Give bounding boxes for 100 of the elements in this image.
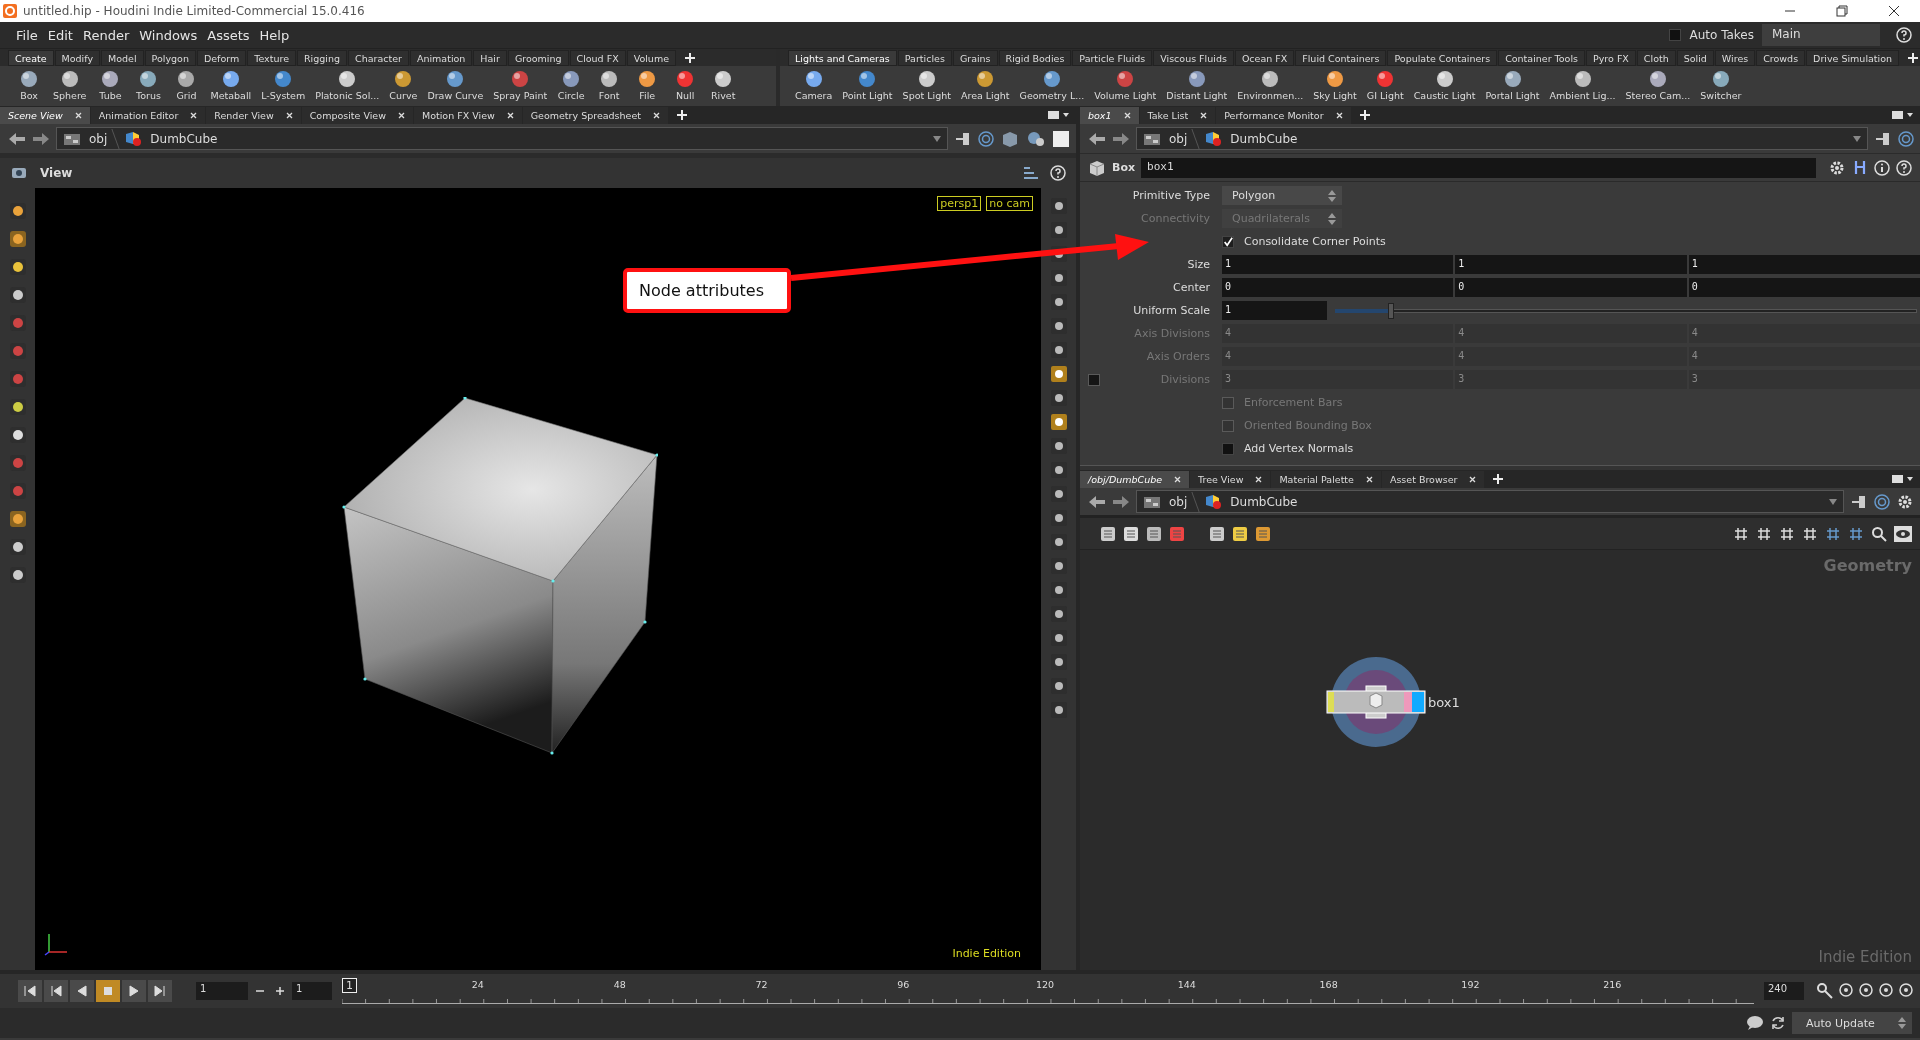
viewport-tool-icon[interactable] bbox=[1050, 198, 1067, 214]
take-menu[interactable]: Main bbox=[1762, 24, 1880, 46]
display-options-icon[interactable] bbox=[1000, 129, 1020, 148]
path-segment[interactable]: DumbCube bbox=[150, 131, 218, 146]
add-tab-icon[interactable] bbox=[1359, 110, 1370, 120]
node-tile-drawing[interactable] bbox=[1326, 656, 1426, 748]
number-field[interactable]: 1 bbox=[1222, 255, 1454, 274]
shelf-tool-button[interactable]: Spray Paint bbox=[490, 68, 551, 106]
viewport-tool-icon[interactable] bbox=[1050, 390, 1067, 406]
playback-button[interactable] bbox=[70, 980, 94, 1002]
pane-tab[interactable]: Animation Editor bbox=[90, 106, 206, 124]
shelf-tool-button[interactable]: Environmen... bbox=[1234, 68, 1307, 106]
shelf-tool-button[interactable]: Box bbox=[12, 68, 46, 106]
close-tab-icon[interactable] bbox=[1255, 475, 1263, 483]
timeline-tool-icon[interactable] bbox=[1858, 982, 1874, 998]
viewport-tool-icon[interactable] bbox=[8, 230, 27, 248]
viewport-tool-icon[interactable] bbox=[8, 510, 27, 528]
slider-track[interactable] bbox=[1335, 301, 1917, 320]
pane-tab[interactable]: Tree View bbox=[1190, 470, 1271, 488]
frame-field[interactable]: 1 bbox=[196, 982, 248, 1000]
pin-icon[interactable] bbox=[1874, 131, 1892, 146]
shelf-tab[interactable]: Model bbox=[101, 49, 144, 66]
pane-tab[interactable]: Performance Monitor bbox=[1216, 106, 1351, 124]
pane-menu-icon[interactable] bbox=[1048, 110, 1070, 120]
viewport-tool-icon[interactable] bbox=[1050, 342, 1067, 358]
update-mode-menu[interactable]: Auto Update bbox=[1792, 1012, 1912, 1034]
help-icon[interactable] bbox=[1050, 165, 1066, 181]
shelf-tab[interactable]: Lights and Cameras bbox=[788, 49, 897, 66]
camera-menu[interactable]: no cam bbox=[986, 196, 1033, 211]
network-tool-icon[interactable] bbox=[1123, 525, 1139, 542]
close-tab-icon[interactable] bbox=[285, 111, 293, 119]
eye-icon[interactable] bbox=[1894, 525, 1912, 542]
slider-handle[interactable] bbox=[1388, 302, 1395, 319]
close-tab-icon[interactable] bbox=[1335, 111, 1343, 119]
shelf-tool-button[interactable]: Circle bbox=[554, 68, 589, 106]
playback-button[interactable] bbox=[122, 980, 146, 1002]
restore-icon[interactable] bbox=[1836, 5, 1848, 17]
number-field[interactable]: 1 bbox=[1222, 301, 1327, 320]
add-tab-icon[interactable] bbox=[685, 52, 695, 63]
shelf-tab[interactable]: Particles bbox=[897, 49, 952, 66]
shelf-tool-button[interactable]: Draw Curve bbox=[424, 68, 487, 106]
back-icon[interactable] bbox=[1088, 494, 1106, 509]
shelf-tab[interactable]: Solid bbox=[1676, 49, 1714, 66]
number-field[interactable]: 1 bbox=[1455, 255, 1687, 274]
close-tab-icon[interactable] bbox=[74, 111, 82, 119]
back-icon[interactable] bbox=[1088, 131, 1106, 146]
number-field[interactable]: 0 bbox=[1222, 278, 1454, 297]
link-icon[interactable] bbox=[978, 130, 994, 147]
timeline-tool-icon[interactable] bbox=[1838, 982, 1854, 998]
shelf-tool-button[interactable]: Area Light bbox=[957, 68, 1013, 106]
shelf-tab[interactable]: Modify bbox=[54, 49, 101, 66]
viewport-tool-icon[interactable] bbox=[1050, 318, 1067, 334]
shelf-tool-button[interactable]: Point Light bbox=[839, 68, 896, 106]
shelf-tab[interactable]: Viscous Fluids bbox=[1153, 49, 1234, 66]
shelf-tab[interactable]: Cloud FX bbox=[569, 49, 626, 66]
shelf-tab[interactable]: Fluid Containers bbox=[1295, 49, 1387, 66]
viewport-tool-icon[interactable] bbox=[1050, 414, 1067, 430]
shelf-tool-button[interactable]: Torus bbox=[131, 68, 166, 106]
path-bar[interactable]: obj DumbCube bbox=[1136, 127, 1868, 150]
close-tab-icon[interactable] bbox=[506, 111, 514, 119]
help-h-icon[interactable] bbox=[1852, 158, 1868, 177]
shelf-tool-button[interactable]: Switcher bbox=[1697, 68, 1745, 106]
shelf-tool-button[interactable]: Metaball bbox=[207, 68, 255, 106]
pane-tab[interactable]: Material Palette bbox=[1271, 470, 1381, 488]
shelf-tool-button[interactable]: Font bbox=[592, 68, 627, 106]
pane-menu-icon[interactable] bbox=[1892, 110, 1914, 120]
auto-takes-checkbox[interactable] bbox=[1669, 29, 1682, 41]
pane-tab[interactable]: Scene View bbox=[0, 106, 90, 124]
shelf-tab[interactable]: Ocean FX bbox=[1234, 49, 1295, 66]
pane-tab[interactable]: Geometry Spreadsheet bbox=[522, 106, 668, 124]
viewport-tool-icon[interactable] bbox=[1050, 486, 1067, 502]
shelf-tool-button[interactable]: Geometry L... bbox=[1016, 68, 1088, 106]
shelf-tab[interactable]: Texture bbox=[247, 49, 296, 66]
viewport-tool-icon[interactable] bbox=[1050, 462, 1067, 478]
end-frame-field[interactable]: 240 bbox=[1764, 982, 1804, 1000]
viewport-tool-icon[interactable] bbox=[1050, 366, 1067, 382]
checkbox[interactable] bbox=[1222, 235, 1234, 248]
link-icon[interactable] bbox=[1874, 493, 1890, 510]
pin-icon[interactable] bbox=[954, 131, 972, 146]
shelf-tab[interactable]: Cloth bbox=[1636, 49, 1676, 66]
shelf-tab[interactable]: Drive Simulation bbox=[1806, 49, 1900, 66]
shelf-tool-button[interactable]: Camera bbox=[792, 68, 836, 106]
network-tool-icon[interactable] bbox=[1255, 525, 1271, 542]
shelf-tool-button[interactable]: Stereo Cam... bbox=[1622, 68, 1694, 106]
layout-tool-icon[interactable] bbox=[1825, 525, 1841, 542]
help-icon[interactable] bbox=[1896, 159, 1912, 176]
shelf-tool-button[interactable]: Caustic Light bbox=[1410, 68, 1479, 106]
dropdown-menu[interactable]: Polygon bbox=[1222, 186, 1342, 205]
shelf-tool-button[interactable]: Sphere bbox=[50, 68, 90, 106]
shelf-tab[interactable]: Crowds bbox=[1756, 49, 1806, 66]
menu-item[interactable]: Windows bbox=[139, 27, 198, 43]
viewport-tool-icon[interactable] bbox=[1050, 678, 1067, 694]
shelf-tab[interactable]: Pyro FX bbox=[1586, 49, 1636, 66]
viewport-tool-icon[interactable] bbox=[1050, 582, 1067, 598]
viewport-layout-icon[interactable] bbox=[1052, 129, 1070, 148]
network-tool-icon[interactable] bbox=[1209, 525, 1225, 542]
pane-tab[interactable]: Asset Browser bbox=[1381, 470, 1485, 488]
shelf-tab[interactable]: Create bbox=[8, 49, 54, 66]
search-icon[interactable] bbox=[1871, 525, 1887, 542]
viewport-tool-icon[interactable] bbox=[1050, 558, 1067, 574]
